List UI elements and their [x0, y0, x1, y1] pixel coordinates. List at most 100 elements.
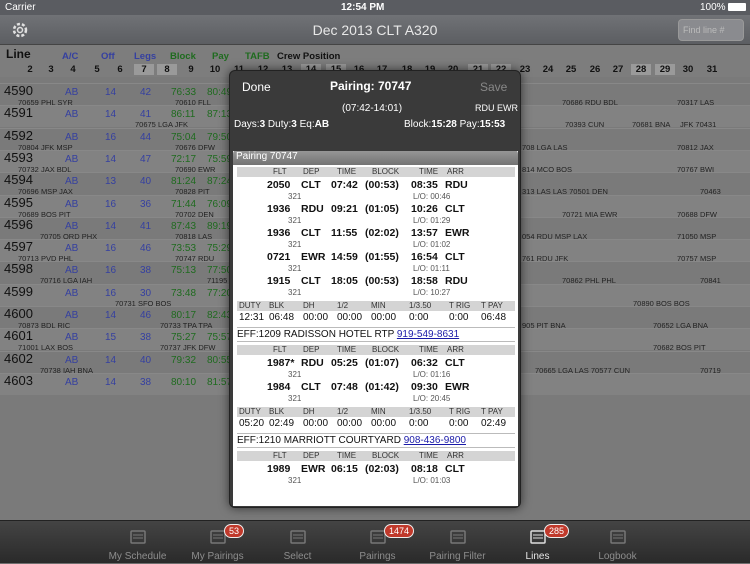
line-blk: 80:17	[171, 310, 197, 321]
ac-header[interactable]: A/C	[62, 51, 78, 62]
day-column-2[interactable]: 2	[20, 64, 40, 75]
equipment: 321	[288, 192, 302, 201]
day-column-4[interactable]: 4	[63, 64, 83, 75]
line-legs: 41	[140, 109, 152, 121]
crew-position-header[interactable]: Crew Position	[277, 51, 340, 62]
line-number: 4593	[4, 149, 33, 165]
line-header[interactable]: Line	[6, 47, 31, 61]
day-column-6[interactable]: 6	[110, 64, 130, 75]
line-ac: AB	[65, 153, 79, 165]
line-off: 16	[105, 131, 117, 143]
day-column-31[interactable]: 31	[702, 64, 722, 75]
day-column-5[interactable]: 5	[87, 64, 107, 75]
nav-bar: Dec 2013 CLT A320 Find line #	[0, 15, 750, 45]
duty-header: DUTY BLK DH 1/2 MIN 1/3.50 T RIG T PAY	[237, 407, 515, 417]
line-off: 14	[105, 376, 117, 388]
flight-row[interactable]: 1989 EWR 06:15 (02:03) 08:18 CLT 321 L/O: 01:03	[233, 463, 518, 487]
dep-airport: RDU	[301, 357, 324, 369]
hotel-info: EFF:1210 MARRIOTT COURTYARD 908-436-9800	[237, 433, 515, 448]
line-number: 4597	[4, 239, 33, 255]
line-blk: 75:27	[171, 332, 197, 344]
flight-row[interactable]: 1936 CLT 11:55 (02:02) 13:57 EWR 321 L/O: 01:02	[233, 227, 518, 251]
line-blk: 79:32	[171, 354, 197, 366]
dep-airport: RDU	[301, 203, 324, 215]
duty-value: 00:00	[303, 312, 329, 323]
flight-row[interactable]: 0721 EWR 14:59 (01:55) 16:54 CLT 321 L/O: 01:11	[233, 251, 518, 275]
tab-lines[interactable]: Lines 285	[500, 521, 575, 564]
line-off: 15	[105, 332, 117, 344]
duty-value: 00:00	[303, 418, 329, 429]
line-number: 4592	[4, 127, 33, 143]
line-legs: 38	[140, 265, 152, 277]
line-blk: 86:11	[171, 109, 196, 121]
line-ac: AB	[65, 265, 79, 277]
day-column-28[interactable]: 28	[631, 64, 651, 75]
day-column-9[interactable]: 9	[181, 64, 201, 75]
day-column-10[interactable]: 10	[205, 64, 225, 75]
legs-header[interactable]: Legs	[134, 51, 156, 62]
equipment: 321	[288, 370, 302, 379]
line-number: 4601	[4, 328, 33, 344]
tab-my-pairings[interactable]: My Pairings 53	[180, 521, 255, 564]
tab-pairing-filter[interactable]: Pairing Filter	[420, 521, 495, 564]
equipment: 321	[288, 476, 302, 485]
dep-time: 07:42	[331, 179, 358, 191]
pairing-title: Pairing: 70747	[330, 79, 412, 93]
line-off: 14	[105, 220, 117, 232]
pay-header[interactable]: Pay	[212, 51, 229, 62]
day-column-27[interactable]: 27	[608, 64, 628, 75]
block-header[interactable]: Block	[170, 51, 196, 62]
tab-pairings[interactable]: Pairings 1474	[340, 521, 415, 564]
pairing-popover: Done Pairing: 70747 Save (07:42-14:01) R…	[229, 70, 521, 508]
done-button[interactable]: Done	[242, 80, 271, 94]
equipment: 321	[288, 240, 302, 249]
find-line-input[interactable]: Find line #	[678, 19, 744, 41]
hotel-phone-link[interactable]: 908-436-9800	[404, 435, 466, 446]
flight-row[interactable]: 1915 CLT 18:05 (00:53) 18:58 RDU 321 L/O: 10:27	[233, 275, 518, 299]
pairing-stats: Days:3 Duty:3 Eq:AB	[234, 119, 330, 130]
day-column-29[interactable]: 29	[655, 64, 675, 75]
save-button[interactable]: Save	[480, 80, 507, 94]
day-column-24[interactable]: 24	[538, 64, 558, 75]
col-block: BLOCK	[372, 345, 400, 354]
dep-time: 09:21	[331, 203, 358, 215]
line-off: 16	[105, 287, 117, 299]
flight-row[interactable]: 2050 CLT 07:42 (00:53) 08:35 RDU 321 L/O: 00:46	[233, 179, 518, 203]
tab-logbook[interactable]: Logbook	[580, 521, 655, 564]
day-column-30[interactable]: 30	[678, 64, 698, 75]
day-column-25[interactable]: 25	[561, 64, 581, 75]
day-column-26[interactable]: 26	[585, 64, 605, 75]
flight-row[interactable]: 1936 RDU 09:21 (01:05) 10:26 CLT 321 L/O: 01:29	[233, 203, 518, 227]
flight-row[interactable]: 1987* RDU 05:25 (01:07) 06:32 CLT 321 L/O: 01:1…	[233, 357, 518, 381]
col-dep: DEP	[303, 167, 320, 176]
day-column-7[interactable]: 7	[134, 64, 154, 75]
duty-value: 00:00	[371, 418, 397, 429]
off-header[interactable]: Off	[101, 51, 115, 62]
duty-value: 0:00	[449, 312, 469, 323]
hotel-phone-link[interactable]: 919-549-8631	[397, 329, 459, 340]
tab-select[interactable]: Select	[260, 521, 335, 564]
line-ac: AB	[65, 198, 79, 210]
block-time: (01:55)	[365, 251, 399, 263]
tab-my-schedule[interactable]: My Schedule	[100, 521, 175, 564]
day-column-3[interactable]: 3	[41, 64, 61, 75]
pairing-detail-card[interactable]: Pairing 70747 FLT DEP TIME BLOCK TIME ARR 2050…	[233, 151, 518, 506]
hotel-name: EFF:1210 MARRIOTT COURTYARD	[237, 435, 404, 446]
line-blk: 75:04	[171, 131, 197, 143]
pairing-nav: Done Pairing: 70747 Save	[230, 71, 520, 103]
block-time: (00:53)	[365, 179, 399, 191]
hotel-name: EFF:1209 RADISSON HOTEL RTP	[237, 329, 397, 340]
line-ac: AB	[65, 176, 79, 188]
tafb-header[interactable]: TAFB	[245, 51, 270, 62]
pairing-summary: (07:42-14:01) RDU EWR Days:3 Duty:3 Eq:A…	[230, 103, 520, 135]
line-legs: 42	[140, 87, 152, 98]
line-number: 4595	[4, 194, 33, 210]
tab-badge: 1474	[384, 524, 415, 538]
col-time: TIME	[337, 451, 357, 460]
day-column-8[interactable]: 8	[157, 64, 177, 75]
flight-table-header: FLT DEP TIME BLOCK TIME ARR	[237, 451, 515, 461]
arr-time: 10:26	[411, 203, 438, 215]
layover: L/O: 20:45	[413, 394, 451, 403]
line-off: 14	[105, 87, 117, 98]
flight-row[interactable]: 1984 CLT 07:48 (01:42) 09:30 EWR 321 L/O: 20:45	[233, 381, 518, 405]
